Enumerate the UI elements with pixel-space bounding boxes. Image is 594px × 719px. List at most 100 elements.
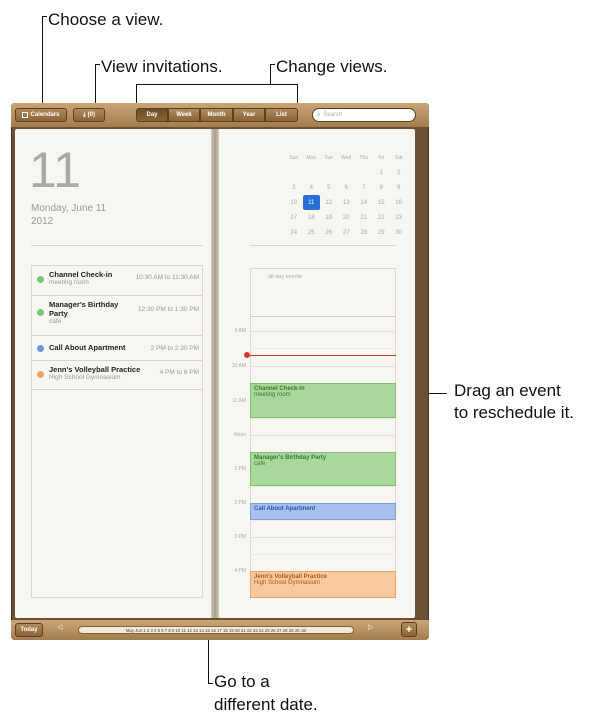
calendar-list-icon xyxy=(22,112,29,118)
list-item[interactable]: Call About Apartment 2 PM to 2:30 PM xyxy=(31,336,203,361)
hour-line xyxy=(250,331,396,332)
weekday-header: Tue xyxy=(324,154,333,161)
tab-list[interactable]: List xyxy=(265,108,298,122)
list-item[interactable]: Jenn's Volleyball Practice High School G… xyxy=(31,361,203,390)
hour-line xyxy=(250,366,396,367)
callout-go-to-date-2: different date. xyxy=(214,695,318,714)
calendar-day[interactable]: 14 xyxy=(355,195,373,210)
day-grid xyxy=(250,268,396,598)
calendar-day[interactable]: 7 xyxy=(355,180,373,195)
day-event-managers-birthday-party[interactable]: Manager's Birthday Party cafe xyxy=(250,452,396,486)
calendar-day[interactable] xyxy=(320,165,338,180)
calendar-day[interactable]: 27 xyxy=(338,225,356,240)
calendar-day[interactable]: 2 xyxy=(390,165,408,180)
calendar-day[interactable]: 3 xyxy=(285,180,303,195)
event-color-dot xyxy=(37,309,44,316)
timeline-prev-arrow[interactable]: ◁ xyxy=(57,623,62,631)
event-color-dot xyxy=(37,345,44,352)
hour-label: Noon xyxy=(234,432,246,438)
invitations-count: (0) xyxy=(87,112,95,118)
calendar-day[interactable]: 15 xyxy=(373,195,391,210)
event-location: meeting room xyxy=(254,392,291,398)
calendar-day[interactable] xyxy=(303,165,321,180)
calendar-day[interactable]: 10 xyxy=(285,195,303,210)
calendar-day[interactable]: 24 xyxy=(285,225,303,240)
calendar-day[interactable]: 12 xyxy=(320,195,338,210)
calendar-day[interactable]: 6 xyxy=(338,180,356,195)
weekday-header: Mon xyxy=(306,154,317,161)
half-hour-line xyxy=(250,554,396,555)
timeline-next-arrow[interactable]: ▷ xyxy=(368,623,373,631)
calendar-day[interactable] xyxy=(285,165,303,180)
calendar-day[interactable]: 28 xyxy=(355,225,373,240)
event-time: 10:30 AM to 11:30 AM xyxy=(135,274,199,281)
half-hour-line xyxy=(250,520,396,521)
calendar-day[interactable] xyxy=(355,165,373,180)
tab-month[interactable]: Month xyxy=(200,108,233,122)
callout-choose-view: Choose a view. xyxy=(48,10,164,29)
calendar-day[interactable]: 20 xyxy=(338,210,356,225)
weekday-header: Fri xyxy=(378,154,385,161)
event-time: 2 PM to 2:30 PM xyxy=(150,345,199,352)
calendar-day[interactable]: 29 xyxy=(373,225,391,240)
date-timeline[interactable]: May Jun 1 2 3 4 5 6 7 8 9 10 11 12 13 14… xyxy=(78,626,354,634)
calendar-day[interactable]: 23 xyxy=(390,210,408,225)
calendar-day[interactable]: 26 xyxy=(320,225,338,240)
hour-label: 1 PM xyxy=(234,466,246,472)
book-spine xyxy=(211,129,219,618)
calendar-day[interactable]: 4 xyxy=(303,180,321,195)
calendar-day[interactable]: 8 xyxy=(373,180,391,195)
invitations-button[interactable]: ⤓ (0) xyxy=(73,108,105,122)
hour-label: 3 PM xyxy=(234,534,246,540)
calendar-day[interactable]: 5 xyxy=(320,180,338,195)
day-event-call-about-apartment[interactable]: Call About Apartment xyxy=(250,503,396,520)
event-title: Manager's Birthday Party xyxy=(49,300,119,318)
calendar-day[interactable]: 13 xyxy=(338,195,356,210)
hour-line xyxy=(250,435,396,436)
day-event-channel-check-in[interactable]: Channel Check-in meeting room xyxy=(250,383,396,418)
calendar-day[interactable]: 22 xyxy=(373,210,391,225)
calendar-day[interactable]: 1 xyxy=(373,165,391,180)
calendar-day[interactable]: 25 xyxy=(303,225,321,240)
weekday-header: Sat xyxy=(394,154,403,161)
calendar-day[interactable]: 17 xyxy=(285,210,303,225)
calendar-day-selected[interactable]: 11 xyxy=(302,195,320,210)
calendar-day[interactable]: 19 xyxy=(320,210,338,225)
callout-line-change-views xyxy=(270,64,271,84)
tab-year[interactable]: Year xyxy=(233,108,265,122)
calendar-day[interactable]: 30 xyxy=(390,225,408,240)
tab-day[interactable]: Day xyxy=(136,108,168,122)
calendars-button-label: Calendars xyxy=(30,112,60,118)
callout-line-choose-view-tick xyxy=(42,16,47,17)
callout-go-to-date-1: Go to a xyxy=(214,672,270,691)
today-button[interactable]: Today xyxy=(15,623,43,637)
calendar-day[interactable]: 21 xyxy=(355,210,373,225)
add-event-button[interactable]: + xyxy=(401,622,417,637)
weekday-header: Sun xyxy=(289,154,299,161)
event-location: High School Gymnasium xyxy=(254,580,321,586)
callout-line-change-views-tick xyxy=(270,64,275,65)
list-item[interactable]: Channel Check-in meeting room 10:30 AM t… xyxy=(31,266,203,296)
half-hour-line xyxy=(250,348,396,349)
callout-change-views: Change views. xyxy=(276,57,388,76)
calendar-day[interactable]: 16 xyxy=(390,195,408,210)
callout-drag-event-1: Drag an event xyxy=(454,381,561,400)
calendars-button[interactable]: Calendars xyxy=(15,108,67,122)
hour-line xyxy=(250,537,396,538)
event-title: Call About Apartment xyxy=(254,506,316,512)
weekday-date: Monday, June 11 xyxy=(31,203,107,214)
search-field[interactable]: ⌕ Search xyxy=(312,108,416,122)
download-tray-icon: ⤓ xyxy=(83,111,86,118)
tab-week[interactable]: Week xyxy=(168,108,200,122)
callout-view-invitations: View invitations. xyxy=(101,57,223,76)
mini-calendar: Sun Mon Tue Wed Thu Fri Sat 1 2 3 4 5 6 … xyxy=(285,150,408,240)
list-item[interactable]: Manager's Birthday Party cafe 12:30 PM t… xyxy=(31,296,203,336)
calendar-day[interactable]: 9 xyxy=(390,180,408,195)
day-event-jenns-volleyball-practice[interactable]: Jenn's Volleyball Practice High School G… xyxy=(250,571,396,598)
hour-label: 4 PM xyxy=(234,568,246,574)
event-color-dot xyxy=(37,276,44,283)
all-day-divider xyxy=(250,316,396,317)
calendar-day[interactable]: 18 xyxy=(303,210,321,225)
calendar-day[interactable] xyxy=(338,165,356,180)
hour-label: 2 PM xyxy=(234,500,246,506)
